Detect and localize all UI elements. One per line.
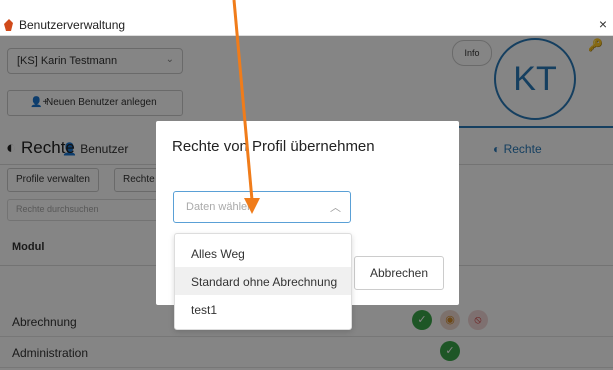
app-icon — [4, 19, 13, 31]
dropdown-option[interactable]: Standard ohne Abrechnung — [175, 267, 351, 295]
dropdown-option[interactable]: test1 — [175, 295, 351, 323]
option-label: test1 — [191, 303, 218, 317]
chevron-up-icon: ︿ — [330, 202, 341, 214]
window-title: Benutzerverwaltung — [19, 18, 126, 32]
cancel-button[interactable]: Abbrechen — [354, 256, 444, 290]
data-select[interactable]: Daten wählen ︿ — [173, 191, 351, 223]
dropdown-option[interactable]: Alles Weg — [175, 239, 351, 267]
app-window: Benutzerverwaltung × [KS] Karin Testmann… — [0, 0, 613, 370]
modal-title: Rechte von Profil übernehmen — [172, 138, 375, 155]
option-label: Standard ohne Abrechnung — [191, 275, 338, 289]
option-label: Alles Weg — [191, 247, 245, 261]
close-icon[interactable]: × — [599, 16, 607, 32]
dropdown-menu: Alles Weg Standard ohne Abrechnung test1 — [174, 233, 352, 330]
title-bar: Benutzerverwaltung × — [0, 15, 613, 36]
data-select-placeholder: Daten wählen — [186, 201, 254, 213]
